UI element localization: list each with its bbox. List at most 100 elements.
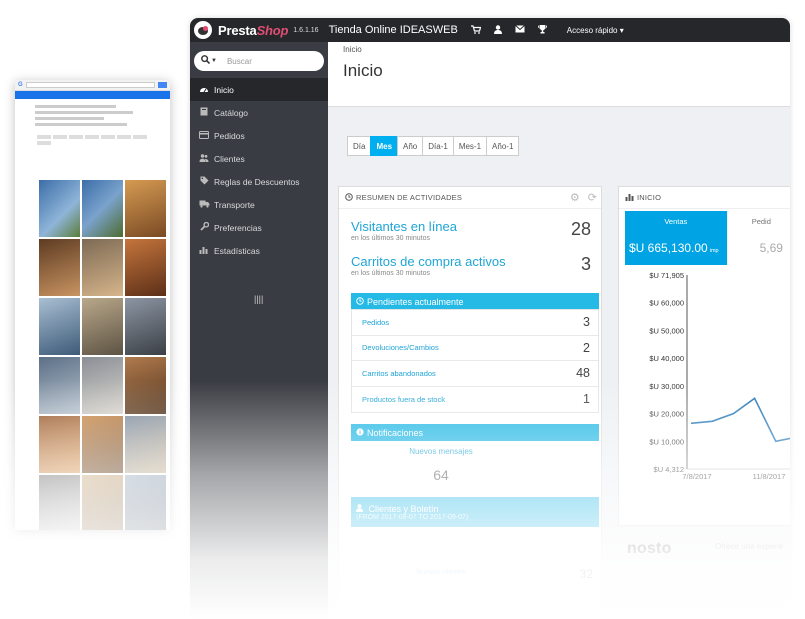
background-browser-window: G [15,80,170,530]
kpi-value: 28 [570,219,591,239]
kpi-sublabel: en los últimos 30 minutos [351,270,430,277]
brand-name[interactable]: PrestaShop [218,23,288,38]
background-chip [101,135,115,139]
google-logo: G [18,82,23,88]
page-header: Inicio Inicio [328,42,790,107]
tab-label: Pedid [751,217,771,226]
page-title: Inicio [343,61,383,80]
search-icon[interactable] [201,55,211,67]
trophy-icon[interactable] [537,24,547,36]
collapse-sidebar-icon[interactable]: |||| [254,294,263,304]
sidebar-item-inicio[interactable]: Inicio [190,78,328,101]
panel-tools: ⚙ ⟳ [565,191,597,204]
info-icon [356,427,364,438]
new-messages-link[interactable]: Nuevos mensajes [351,447,531,456]
background-map-tile [39,180,80,237]
y-tick-label: $U 71,905 [649,271,684,280]
tab-value: $U 665,130.00 imp [629,241,719,255]
background-form [15,99,170,132]
tab-value-suffix: imp [709,248,719,254]
new-clients-link[interactable]: Nuevos clientes [351,569,531,576]
bar-chart-icon [625,193,634,203]
background-form-line [35,117,104,120]
sidebar-item-pedidos[interactable]: Pedidos [190,124,328,147]
credit-card-icon [196,130,212,141]
background-nav-strip [15,91,170,99]
activity-summary-panel: RESUMEN DE ACTIVIDADES ⚙ ⟳ Visitantes en… [338,186,602,606]
chart-panel-title: INICIO [637,193,662,202]
y-tick-label: $U 30,000 [649,382,684,391]
background-map-tile [82,180,123,237]
sales-series-line [690,397,790,443]
breadcrumb[interactable]: Inicio [343,45,775,54]
background-image-grid [39,180,166,530]
search-placeholder: Buscar [226,56,252,66]
sidebar-item-label: Preferencias [214,222,262,233]
background-photo-tile [39,475,80,530]
visitors-online-kpi[interactable]: Visitantes en línea en los últimos 30 mi… [351,219,599,242]
sidebar-item-clientes[interactable]: Clientes [190,147,328,170]
sidebar-item-transporte[interactable]: Transporte [190,193,328,216]
sidebar-item-catalogo[interactable]: Catálogo [190,101,328,124]
tab-orders[interactable]: Pedid 5,69 [726,211,790,265]
bar-chart-icon [196,246,212,256]
x-tick-label: 7/8/2017 [682,472,711,481]
background-chip [37,141,51,145]
range-previous-day-button[interactable]: Día-1 [422,136,454,156]
shop-name-link[interactable]: Tienda Online IDEASWEB [329,24,458,36]
dashboard-icon [196,85,212,95]
kpi-value: 3 [580,254,591,274]
pending-label: Devoluciones/Cambios [362,343,439,353]
clock-icon [356,296,364,307]
background-photo-tile [82,239,123,296]
y-tick-label: $U 20,000 [649,410,684,419]
pending-row-orders[interactable]: Pedidos 3 [352,310,598,336]
notifications-section-title: Notificaciones [367,427,424,438]
range-month-button[interactable]: Mes [370,136,399,156]
pending-row-out-of-stock[interactable]: Productos fuera de stock 1 [352,387,598,413]
search-input[interactable]: ▼ Buscar [194,51,324,71]
refresh-icon[interactable]: ⟳ [588,192,597,204]
pending-list: Pedidos 3 Devoluciones/Cambios 2 Carrito… [351,309,599,413]
brand-accent: Shop [256,22,289,38]
chart-panel-header: INICIO [619,187,790,209]
sidebar-item-estadisticas[interactable]: Estadísticas [190,239,328,262]
pending-label: Productos fuera de stock [362,394,445,404]
range-year-button[interactable]: Año [397,136,424,156]
background-photo-tile [82,416,123,473]
background-chip [117,135,131,139]
pending-value: 1 [583,392,590,407]
prestashop-logo-icon[interactable] [194,21,212,39]
active-carts-kpi[interactable]: Carritos de compra activos en los último… [351,254,599,277]
sidebar-item-reglas-descuentos[interactable]: Reglas de Descuentos [190,170,328,193]
sidebar-item-label: Catálogo [214,107,249,118]
cart-icon[interactable] [470,24,482,36]
pending-row-abandoned-carts[interactable]: Carritos abandonados 48 [352,361,598,387]
nosto-logo[interactable]: nosto [627,540,672,558]
quick-access-dropdown[interactable]: Acceso rápido ▾ [567,26,624,35]
pending-row-returns[interactable]: Devoluciones/Cambios 2 [352,336,598,361]
kpi-sublabel: en los últimos 30 minutos [351,235,430,242]
tab-sales[interactable]: Ventas $U 665,130.00 imp [625,211,727,265]
users-icon [196,153,212,164]
mail-icon[interactable] [514,25,525,35]
truck-icon [196,200,212,210]
chevron-down-icon[interactable]: ▼ [211,58,217,64]
background-photo-tile [125,180,166,237]
user-icon[interactable] [493,24,502,36]
tab-label: Ventas [664,217,688,226]
screenshot-stage: G PrestaShop 1.6.1.16 Tienda Online IDEA… [0,0,805,619]
tab-value-amount: $U 665,130.00 [629,241,708,255]
sidebar-item-label: Reglas de Descuentos [214,176,300,187]
range-previous-month-button[interactable]: Mes-1 [452,136,488,156]
background-photo-tile [125,239,166,296]
range-day-button[interactable]: Día [347,136,372,156]
sidebar-item-preferencias[interactable]: Preferencias [190,216,328,239]
pending-value: 48 [576,366,590,381]
range-previous-year-button[interactable]: Año-1 [486,136,520,156]
sidebar: ▼ Buscar Inicio Catálogo Pedidos Cliente… [190,42,328,618]
top-bar: PrestaShop 1.6.1.16 Tienda Online IDEASW… [190,18,790,42]
gear-icon[interactable]: ⚙ [570,192,580,204]
clients-newsletter-section-header: Clientes y Boletín (FROM 2017-08-07 TO 2… [351,497,599,527]
background-photo-tile [125,475,166,530]
